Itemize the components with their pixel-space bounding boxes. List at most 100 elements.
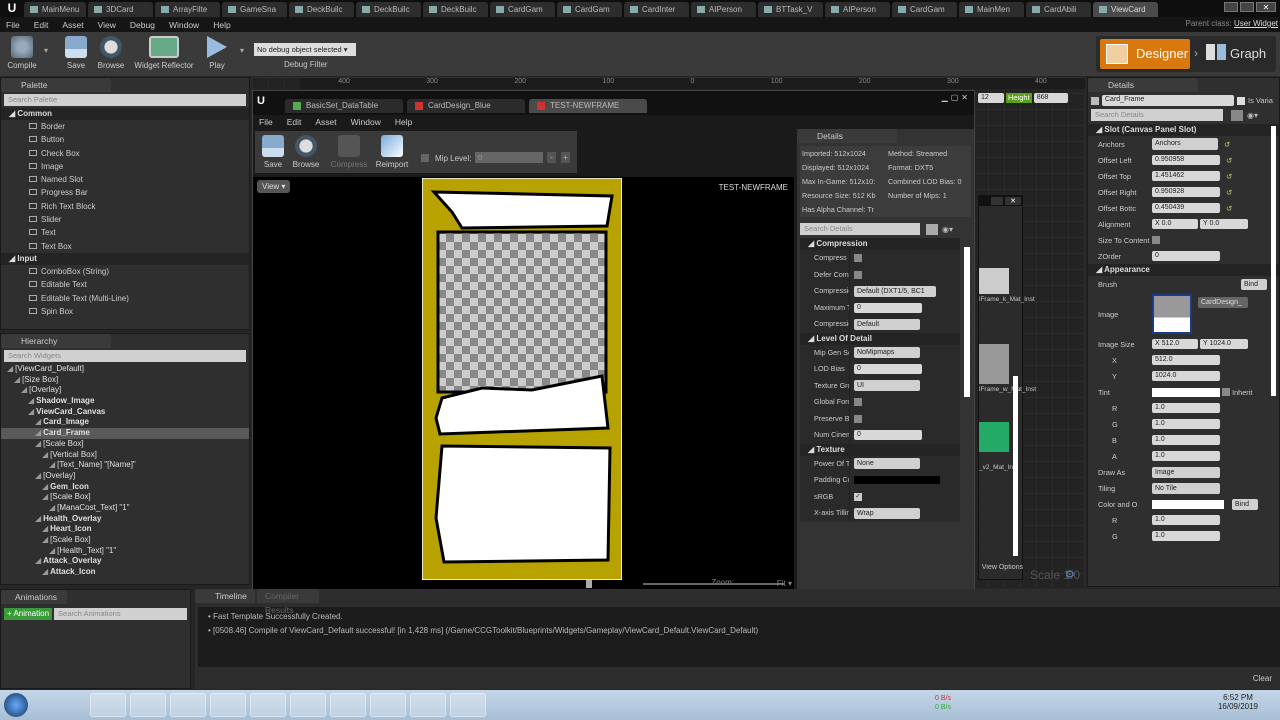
add-animation-button[interactable]: + Animation bbox=[4, 608, 53, 620]
size-to-content-checkbox[interactable] bbox=[1152, 236, 1160, 244]
palette-item[interactable]: ComboBox (String) bbox=[1, 265, 249, 278]
hierarchy-search-input[interactable]: Search Widgets bbox=[4, 350, 246, 362]
expand-arrow-icon[interactable]: ◢ bbox=[28, 407, 34, 416]
hierarchy-item[interactable]: ◢ Shadow_Image bbox=[1, 396, 249, 407]
texture-menu-file[interactable]: File bbox=[259, 117, 273, 127]
property-checkbox[interactable] bbox=[854, 270, 862, 279]
reset-arrow-icon[interactable]: ↺ bbox=[1226, 156, 1232, 165]
details-scrollbar[interactable] bbox=[964, 247, 970, 397]
expand-arrow-icon[interactable]: ◢ bbox=[35, 514, 41, 523]
palette-search-input[interactable]: Search Palette bbox=[4, 94, 246, 106]
channel-field[interactable]: 1.0 bbox=[1152, 419, 1220, 429]
close-button[interactable]: ✕ bbox=[1005, 197, 1021, 205]
mip-level-checkbox[interactable] bbox=[421, 154, 429, 162]
details-search-input[interactable]: Search Details bbox=[1091, 109, 1223, 121]
property-dropdown[interactable]: Default bbox=[854, 318, 920, 330]
close-button[interactable]: ✕ bbox=[961, 93, 968, 102]
hierarchy-item[interactable]: ◢ [ManaCost_Text] "1" bbox=[1, 503, 249, 514]
hierarchy-tab[interactable]: Hierarchy bbox=[1, 334, 111, 348]
palette-category[interactable]: ◢ Common bbox=[1, 108, 249, 120]
texture-menu-asset[interactable]: Asset bbox=[315, 117, 336, 127]
maximize-button[interactable] bbox=[1240, 2, 1254, 12]
thunderbird-taskbar-icon[interactable] bbox=[90, 693, 126, 717]
palette-item[interactable]: Border bbox=[1, 120, 249, 133]
channel-field[interactable]: 1.0 bbox=[1152, 403, 1220, 413]
palette-item[interactable]: Editable Text bbox=[1, 278, 249, 291]
parent-class-link[interactable]: User Widget bbox=[1234, 19, 1278, 28]
keepass-taskbar-icon[interactable] bbox=[170, 693, 206, 717]
editor-tab[interactable]: MainMen bbox=[959, 2, 1024, 17]
editor-tab[interactable]: GameSna bbox=[222, 2, 287, 17]
zoom-slider-thumb[interactable] bbox=[586, 580, 592, 588]
expand-arrow-icon[interactable]: ◢ bbox=[35, 471, 41, 480]
menu-debug[interactable]: Debug bbox=[130, 20, 155, 30]
expand-arrow-icon[interactable]: ◢ bbox=[35, 428, 41, 437]
hierarchy-item[interactable]: ◢ [Scale Box] bbox=[1, 492, 249, 503]
property-number-field[interactable]: 0 bbox=[854, 430, 922, 441]
save-button[interactable]: Save bbox=[62, 36, 90, 70]
menu-window[interactable]: Window bbox=[169, 20, 199, 30]
hierarchy-item[interactable]: ◢ [Vertical Box] bbox=[1, 450, 249, 461]
editor-tab[interactable]: DeckBuilc bbox=[356, 2, 421, 17]
compile-options-dropdown[interactable]: ▾ bbox=[44, 46, 48, 55]
property-matrix-icon[interactable] bbox=[1231, 109, 1243, 121]
palette-item[interactable]: Text Box bbox=[1, 240, 249, 253]
expand-arrow-icon[interactable]: ◢ bbox=[21, 385, 27, 394]
image-thumbnail[interactable] bbox=[1152, 294, 1192, 334]
editor-tab[interactable]: DeckBuilc bbox=[423, 2, 488, 17]
clear-log-button[interactable]: Clear bbox=[1253, 674, 1272, 683]
hierarchy-item[interactable]: ◢ [ViewCard_Default] bbox=[1, 364, 249, 375]
settings-gear-icon[interactable]: ⚙ bbox=[1065, 568, 1075, 581]
expand-arrow-icon[interactable]: ◢ bbox=[7, 364, 13, 373]
app-taskbar-icon[interactable] bbox=[50, 693, 86, 717]
debug-object-select[interactable]: No debug object selected ▾ bbox=[254, 43, 356, 56]
editor-tab[interactable]: AIPerson bbox=[825, 2, 890, 17]
palette-item[interactable]: Image bbox=[1, 160, 249, 173]
height-field[interactable]: 868 bbox=[1033, 93, 1068, 103]
texture-section-header[interactable]: ◢ Compression bbox=[800, 238, 960, 250]
expand-arrow-icon[interactable]: ◢ bbox=[42, 567, 48, 576]
offset-field[interactable]: 0.450439 bbox=[1152, 203, 1220, 213]
hierarchy-item[interactable]: ◢ [Text_Name] "[Name]" bbox=[1, 460, 249, 471]
notepad-taskbar-icon[interactable] bbox=[330, 693, 366, 717]
maximize-button[interactable] bbox=[991, 197, 1003, 205]
maximize-button[interactable]: ▢ bbox=[951, 93, 959, 102]
editor-tab[interactable]: CardInter bbox=[624, 2, 689, 17]
palette-item[interactable]: Text bbox=[1, 226, 249, 239]
image-size-x-value[interactable]: 512.0 bbox=[1152, 355, 1220, 365]
expand-arrow-icon[interactable]: ◢ bbox=[49, 546, 55, 555]
reset-arrow-icon[interactable]: ↺ bbox=[1226, 204, 1232, 213]
menu-help[interactable]: Help bbox=[213, 20, 230, 30]
width-field[interactable]: 12 bbox=[978, 93, 1004, 103]
play-button[interactable]: Play bbox=[202, 36, 232, 70]
expand-arrow-icon[interactable]: ◢ bbox=[42, 450, 48, 459]
editor-tab[interactable]: MainMenu bbox=[24, 2, 86, 17]
details-scrollbar[interactable] bbox=[1271, 126, 1276, 396]
brush-bind-button[interactable]: Bind bbox=[1241, 278, 1267, 290]
texture-editor-tab[interactable]: BasicSet_DataTable bbox=[285, 99, 403, 113]
texture-menu-edit[interactable]: Edit bbox=[287, 117, 302, 127]
texture-details-search-input[interactable]: Search Details bbox=[800, 223, 920, 235]
palette-tab[interactable]: Palette bbox=[1, 78, 111, 92]
texture-menu-help[interactable]: Help bbox=[395, 117, 412, 127]
view-options-button[interactable]: View Options bbox=[979, 564, 1023, 571]
channel-field[interactable]: 1.0 bbox=[1152, 451, 1220, 461]
play-options-dropdown[interactable]: ▾ bbox=[240, 46, 244, 55]
property-checkbox[interactable] bbox=[854, 398, 862, 407]
editor-tab[interactable]: AIPerson bbox=[691, 2, 756, 17]
fit-dropdown[interactable]: Fit ▾ bbox=[777, 579, 792, 588]
recorder-taskbar-icon[interactable] bbox=[370, 693, 406, 717]
palette-category[interactable]: ◢ Input bbox=[1, 252, 249, 265]
expand-arrow-icon[interactable]: ◢ bbox=[35, 439, 41, 448]
offset-field[interactable]: 1.451462 bbox=[1152, 171, 1220, 181]
editor-tab[interactable]: ArrayFilte bbox=[155, 2, 220, 17]
offset-field[interactable]: 0.950928 bbox=[1152, 187, 1220, 197]
property-number-field[interactable]: 0 bbox=[854, 302, 922, 313]
start-button[interactable] bbox=[4, 693, 28, 717]
property-matrix-icon[interactable] bbox=[926, 223, 938, 235]
animations-tab[interactable]: Animations bbox=[1, 590, 67, 604]
unreal-taskbar-icon[interactable] bbox=[410, 693, 446, 717]
asset-thumbnail[interactable] bbox=[979, 344, 1009, 384]
expand-arrow-icon[interactable]: ◢ bbox=[49, 460, 55, 469]
minimize-button[interactable]: ▁ bbox=[942, 93, 948, 102]
